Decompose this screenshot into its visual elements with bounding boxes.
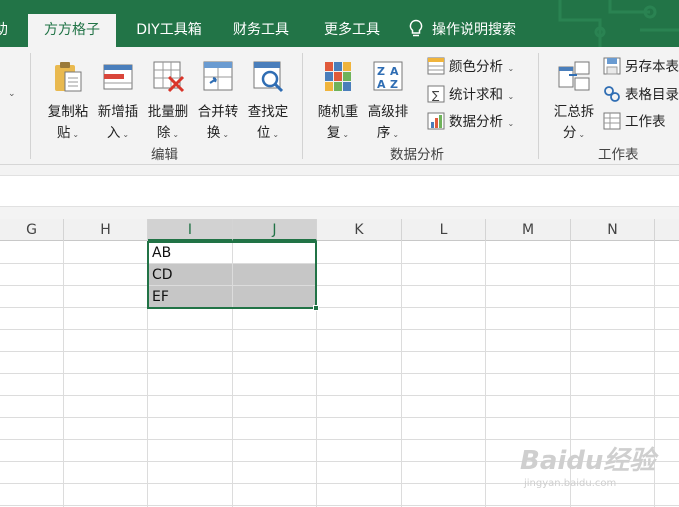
random-repeat-button[interactable]: 随机重复 ⌄ xyxy=(312,55,364,145)
group-separator xyxy=(538,53,539,159)
data-analysis-label: 数据分析 xyxy=(449,114,503,130)
find-locate-icon xyxy=(253,61,284,93)
column-header-i[interactable]: I xyxy=(148,219,233,241)
analysis-group-label: 数据分析 xyxy=(390,147,444,163)
tell-me-search[interactable]: 操作说明搜索 xyxy=(408,14,548,47)
save-sheet-button[interactable]: 另存本表 xyxy=(603,56,679,78)
column-header-g[interactable]: G xyxy=(0,219,64,241)
data-analysis-icon xyxy=(427,112,445,130)
baidu-watermark: Baidu经验 jingyan.baidu.com xyxy=(520,446,656,489)
column-headers: G H I J K L M N xyxy=(0,219,679,241)
svg-text:A: A xyxy=(390,65,399,78)
merge-convert-icon xyxy=(203,61,233,91)
chevron-down-icon: ⌄ xyxy=(392,130,400,139)
copy-paste-icon xyxy=(55,62,82,92)
column-header-h[interactable]: H xyxy=(64,219,148,241)
summary-split-icon xyxy=(558,61,590,91)
random-repeat-label-2: 复 xyxy=(326,125,341,141)
ribbon-tab-bar: 助 方方格子 DIY工具箱 财务工具 更多工具 操作说明搜索 xyxy=(0,0,679,47)
column-header-j[interactable]: J xyxy=(233,219,317,241)
formula-area xyxy=(0,165,679,219)
tell-me-label: 操作说明搜索 xyxy=(432,22,516,38)
formula-bar[interactable] xyxy=(0,175,679,207)
chevron-down-icon[interactable]: ⌄ xyxy=(8,89,16,99)
chevron-down-icon: ⌄ xyxy=(505,119,515,128)
column-header-m[interactable]: M xyxy=(486,219,571,241)
advanced-sort-icon: Z A A Z xyxy=(373,61,403,91)
tab-fangfangezi[interactable]: 方方格子 xyxy=(28,14,116,47)
group-separator xyxy=(30,53,31,159)
batch-delete-label-2: 除 xyxy=(156,125,171,141)
copy-paste-label-2: 贴 xyxy=(56,125,71,141)
stat-sum-button[interactable]: ∑ 统计求和 ⌄ xyxy=(427,84,514,106)
merge-convert-label-1: 合并转 xyxy=(197,104,239,120)
tab-finance-tools[interactable]: 财务工具 xyxy=(221,14,301,47)
table-directory-label: 表格目录 xyxy=(625,87,679,103)
svg-text:∑: ∑ xyxy=(432,89,440,102)
stat-sum-icon: ∑ xyxy=(427,85,445,103)
advanced-sort-button[interactable]: Z A A Z 高级排序 ⌄ xyxy=(362,55,414,145)
copy-paste-button[interactable]: 复制粘贴 ⌄ xyxy=(42,55,94,145)
column-header-l[interactable]: L xyxy=(402,219,486,241)
table-directory-icon xyxy=(604,86,620,102)
color-analysis-label: 颜色分析 xyxy=(449,59,503,75)
insert-label-2: 入 xyxy=(106,125,121,141)
summary-split-label-1: 汇总拆 xyxy=(553,104,595,120)
advanced-sort-label-2: 序 xyxy=(376,125,391,141)
selection-border xyxy=(147,241,317,309)
column-header-n[interactable]: N xyxy=(571,219,655,241)
random-repeat-icon xyxy=(325,62,351,91)
insert-button[interactable]: 新增插入 ⌄ xyxy=(92,55,144,145)
batch-delete-label-1: 批量删 xyxy=(147,104,189,120)
random-repeat-label-1: 随机重 xyxy=(317,104,359,120)
data-analysis-button[interactable]: 数据分析 ⌄ xyxy=(427,111,514,133)
chevron-down-icon: ⌄ xyxy=(505,92,515,101)
copy-paste-label-1: 复制粘 xyxy=(47,104,89,120)
save-sheet-label: 另存本表 xyxy=(625,59,679,75)
save-sheet-icon xyxy=(603,57,621,75)
group-separator xyxy=(302,53,303,159)
worksheet-label: 工作表 xyxy=(625,114,666,130)
worksheet-button[interactable]: 工作表 xyxy=(603,111,666,133)
svg-text:A: A xyxy=(377,78,386,91)
ribbon-panel: ⌄ 复制粘贴 ⌄ 新增插入 ⌄ 批量删 除 ⌄ 合并转 换 ⌄ 查找定 位 ⌄ … xyxy=(0,47,679,165)
chevron-down-icon: ⌄ xyxy=(72,130,80,139)
chevron-down-icon: ⌄ xyxy=(505,64,515,73)
insert-label-1: 新增插 xyxy=(97,104,139,120)
chevron-down-icon: ⌄ xyxy=(578,130,586,139)
color-analysis-button[interactable]: 颜色分析 ⌄ xyxy=(427,56,514,78)
tab-diy-toolbox[interactable]: DIY工具箱 xyxy=(125,14,213,47)
tab-more-tools[interactable]: 更多工具 xyxy=(312,14,392,47)
edit-group-label: 编辑 xyxy=(151,147,178,163)
find-locate-button[interactable]: 查找定位 ⌄ xyxy=(242,55,294,145)
chevron-down-icon: ⌄ xyxy=(122,130,130,139)
worksheet-icon xyxy=(603,112,621,130)
chevron-down-icon: ⌄ xyxy=(172,130,180,139)
merge-convert-button[interactable]: 合并转换 ⌄ xyxy=(192,55,244,145)
chevron-down-icon: ⌄ xyxy=(272,130,280,139)
merge-convert-label-2: 换 xyxy=(206,125,221,141)
summary-split-button[interactable]: 汇总拆分 ⌄ xyxy=(548,55,600,145)
excel-window: 助 方方格子 DIY工具箱 财务工具 更多工具 操作说明搜索 ⌄ 复制粘贴⌄ xyxy=(0,0,679,507)
insert-icon xyxy=(103,64,133,90)
table-directory-button[interactable]: 表格目录 xyxy=(603,84,679,106)
stat-sum-label: 统计求和 xyxy=(449,87,503,103)
find-locate-label-2: 位 xyxy=(256,125,271,141)
svg-text:Z: Z xyxy=(390,78,398,91)
svg-text:Z: Z xyxy=(377,65,385,78)
color-analysis-icon xyxy=(427,57,445,75)
fill-handle[interactable] xyxy=(313,305,319,311)
chevron-down-icon: ⌄ xyxy=(342,130,350,139)
lightbulb-icon xyxy=(409,19,423,37)
summary-split-label-2: 分 xyxy=(562,125,577,141)
chevron-down-icon: ⌄ xyxy=(222,130,230,139)
column-header-partial[interactable] xyxy=(655,219,679,241)
tab-help[interactable]: 助 xyxy=(0,14,12,47)
advanced-sort-label-1: 高级排 xyxy=(367,104,409,120)
find-locate-label-1: 查找定 xyxy=(247,104,289,120)
batch-delete-icon xyxy=(153,61,185,93)
sheet-group-label: 工作表 xyxy=(598,147,639,163)
column-header-k[interactable]: K xyxy=(317,219,402,241)
batch-delete-button[interactable]: 批量删除 ⌄ xyxy=(142,55,194,145)
